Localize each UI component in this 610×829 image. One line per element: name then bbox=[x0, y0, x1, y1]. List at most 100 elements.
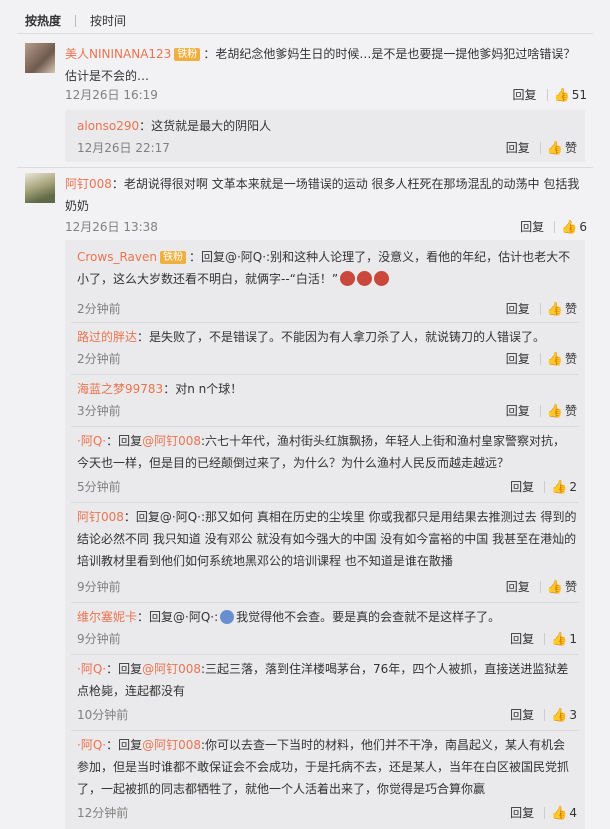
reply-text: ：这货就是最大的阴阳人 bbox=[139, 119, 272, 133]
reply-actions: 回复 👍 3 bbox=[510, 706, 577, 723]
like-count[interactable]: 6 bbox=[579, 220, 587, 234]
reply-item: alonso290：这货就是最大的阴阳人 12月26日 22:17 回复 👍 赞 bbox=[77, 115, 577, 157]
like-label[interactable]: 赞 bbox=[565, 580, 577, 594]
sort-divider bbox=[75, 15, 77, 27]
reply-divider bbox=[71, 730, 579, 731]
reply-button[interactable]: 回复 bbox=[510, 806, 534, 820]
reply-username[interactable]: ·阿Q· bbox=[77, 434, 106, 448]
reply-divider bbox=[71, 322, 579, 323]
reply-button[interactable]: 回复 bbox=[506, 302, 530, 316]
thumbs-up-icon[interactable]: 👍 bbox=[547, 352, 563, 367]
action-divider bbox=[539, 142, 541, 154]
reply-actions: 回复 👍 2 bbox=[510, 478, 577, 495]
reply-text: ：回复@·阿Q·:那又如何 真相在历史的尘埃里 你或我都只是用结果去推测过去 得… bbox=[77, 510, 577, 568]
reply-item: 海蓝之梦99783：对n n个球！ 3分钟前 回复 👍 赞 bbox=[77, 378, 577, 422]
reply-actions: 回复 👍 赞 bbox=[506, 578, 577, 595]
emoji-icon bbox=[374, 271, 390, 286]
reply-actions: 回复 👍 赞 bbox=[506, 350, 577, 367]
thumbs-up-icon[interactable]: 👍 bbox=[551, 632, 567, 647]
reply-time: 3分钟前 bbox=[77, 404, 121, 418]
thumbs-up-icon[interactable]: 👍 bbox=[561, 220, 577, 235]
mention-link[interactable]: @阿钉008 bbox=[142, 662, 201, 676]
reply-username[interactable]: Crows_Raven bbox=[77, 250, 157, 264]
reply-button[interactable]: 回复 bbox=[506, 580, 530, 594]
reply-username[interactable]: ·阿Q· bbox=[77, 662, 106, 676]
action-divider bbox=[544, 709, 546, 721]
comment-username[interactable]: 美人NININANA123 bbox=[65, 47, 171, 61]
thumbs-up-icon[interactable]: 👍 bbox=[551, 708, 567, 723]
reply-actions: 回复 👍 赞 bbox=[506, 139, 577, 156]
thumbs-up-icon[interactable]: 👍 bbox=[551, 480, 567, 495]
reply-button[interactable]: 回复 bbox=[510, 632, 534, 646]
fan-badge: 铁粉 bbox=[174, 48, 201, 61]
fan-badge: 铁粉 bbox=[159, 251, 186, 264]
reply-username[interactable]: alonso290 bbox=[77, 119, 139, 133]
reply-button[interactable]: 回复 bbox=[506, 141, 530, 155]
action-divider bbox=[544, 633, 546, 645]
reply-button[interactable]: 回复 bbox=[510, 708, 534, 722]
mention-link[interactable]: @阿钉008 bbox=[142, 738, 201, 752]
reply-button[interactable]: 回复 bbox=[520, 220, 544, 234]
reply-username[interactable]: 海蓝之梦99783 bbox=[77, 382, 163, 396]
sort-by-time-tab[interactable]: 按时间 bbox=[90, 12, 126, 29]
reply-time: 9分钟前 bbox=[77, 632, 121, 646]
mention-link[interactable]: @阿钉008 bbox=[142, 434, 201, 448]
thumbs-up-icon[interactable]: 👍 bbox=[551, 806, 567, 821]
thumbs-up-icon[interactable]: 👍 bbox=[547, 580, 563, 595]
like-count[interactable]: 1 bbox=[569, 632, 577, 646]
comment-actions: 回复 👍 6 bbox=[520, 218, 587, 235]
reply-time: 10分钟前 bbox=[77, 708, 129, 722]
comment-username[interactable]: 阿钉008 bbox=[65, 177, 112, 191]
reply-divider bbox=[71, 602, 579, 603]
comment-time: 12月26日 13:38 bbox=[65, 220, 158, 234]
like-count[interactable]: 4 bbox=[569, 806, 577, 820]
reply-item: ·阿Q·：回复@阿钉008:三起三落，落到住洋楼喝茅台，76年，四个人被抓，直接… bbox=[77, 662, 577, 723]
reply-username[interactable]: 阿钉008 bbox=[77, 510, 124, 524]
reply-item: Crows_Raven 铁粉 ：回复@·阿Q·:别和这种人论理了，没意义，看他的年纪… bbox=[77, 246, 577, 317]
like-count[interactable]: 3 bbox=[569, 708, 577, 722]
thumbs-up-icon[interactable]: 👍 bbox=[547, 302, 563, 317]
reply-list: Crows_Raven 铁粉 ：回复@·阿Q·:别和这种人论理了，没意义，看他的年纪… bbox=[65, 240, 585, 829]
reply-time: 2分钟前 bbox=[77, 352, 121, 366]
like-count[interactable]: 51 bbox=[572, 88, 587, 102]
like-label[interactable]: 赞 bbox=[565, 302, 577, 316]
comment-text: 美人NININANA123 铁粉 ：老胡纪念他爹妈生日的时候…是不是也要提一提他爹妈… bbox=[65, 47, 576, 83]
action-divider bbox=[544, 807, 546, 819]
action-divider bbox=[546, 89, 548, 101]
reply-divider bbox=[71, 374, 579, 375]
reply-button[interactable]: 回复 bbox=[506, 352, 530, 366]
reply-item: ·阿Q·：回复@阿钉008:你可以去查一下当时的材料，他们并不干净，南昌起义，某… bbox=[77, 738, 577, 821]
action-divider bbox=[539, 405, 541, 417]
like-label[interactable]: 赞 bbox=[565, 404, 577, 418]
comment-time: 12月26日 16:19 bbox=[65, 88, 158, 102]
reply-username[interactable]: 维尔塞妮卡 bbox=[77, 610, 137, 624]
reply-time: 12分钟前 bbox=[77, 806, 129, 820]
sort-by-heat-tab[interactable]: 按热度 bbox=[25, 12, 61, 29]
emoji-icon bbox=[220, 610, 235, 624]
thumbs-up-icon[interactable]: 👍 bbox=[547, 404, 563, 419]
reply-text: 我觉得他不会查。要是真的会查就不是这样子了。 bbox=[236, 610, 501, 624]
reply-actions: 回复 👍 4 bbox=[510, 804, 577, 821]
avatar[interactable] bbox=[25, 173, 55, 203]
comment-item: 阿钉008：老胡说得很对啊 文革本来就是一场错误的运动 很多人枉死在那场混乱的动… bbox=[25, 173, 595, 235]
thumbs-up-icon[interactable]: 👍 bbox=[554, 88, 570, 103]
reply-button[interactable]: 回复 bbox=[510, 480, 534, 494]
thumbs-up-icon[interactable]: 👍 bbox=[547, 141, 563, 156]
like-label[interactable]: 赞 bbox=[565, 352, 577, 366]
reply-username[interactable]: 路过的胖达 bbox=[77, 330, 137, 344]
action-divider bbox=[539, 303, 541, 315]
like-label[interactable]: 赞 bbox=[565, 141, 577, 155]
reply-time: 2分钟前 bbox=[77, 302, 121, 316]
reply-button[interactable]: 回复 bbox=[513, 88, 537, 102]
reply-item: ·阿Q·：回复@阿钉008:六七十年代，渔村街头红旗飘扬，年轻人上街和渔村皇家警… bbox=[77, 434, 577, 495]
reply-time: 5分钟前 bbox=[77, 480, 121, 494]
reply-username[interactable]: ·阿Q· bbox=[77, 738, 106, 752]
reply-item: 维尔塞妮卡：回复@·阿Q·: 我觉得他不会查。要是真的会查就不是这样子了。 9分钟… bbox=[77, 610, 577, 647]
like-count[interactable]: 2 bbox=[569, 480, 577, 494]
reply-button[interactable]: 回复 bbox=[506, 404, 530, 418]
reply-divider bbox=[71, 502, 579, 503]
avatar[interactable] bbox=[25, 43, 55, 73]
comment-actions: 回复 👍 51 bbox=[513, 86, 587, 103]
action-divider bbox=[544, 481, 546, 493]
reply-time: 9分钟前 bbox=[77, 580, 121, 594]
